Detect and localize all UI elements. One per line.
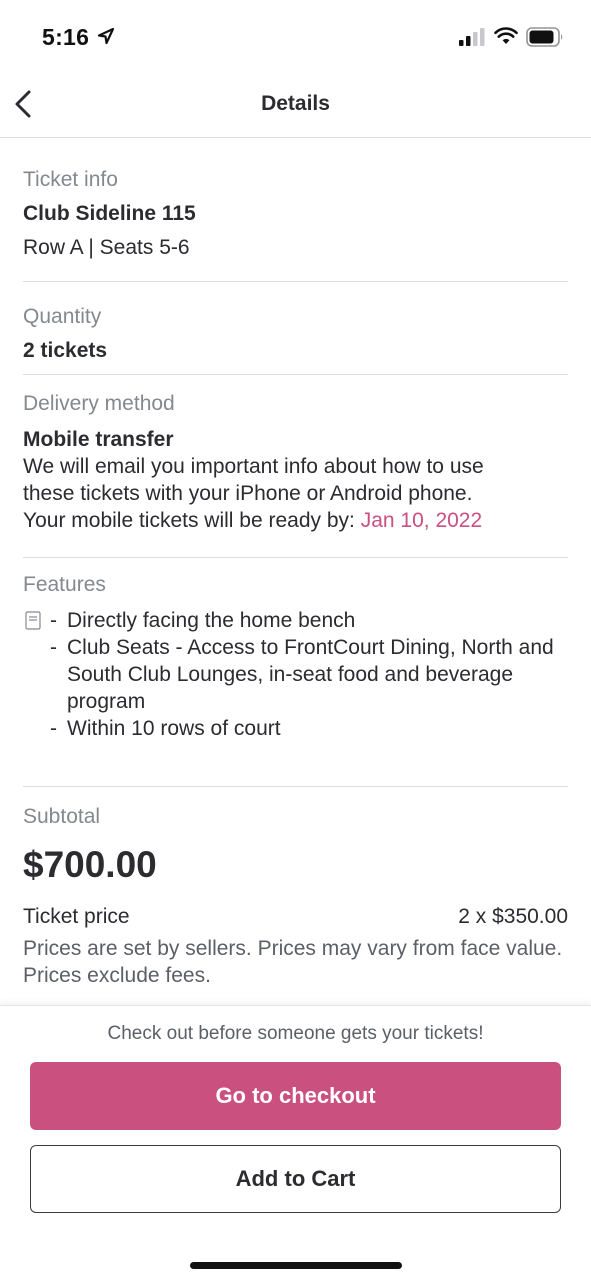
features-label: Features <box>23 573 106 596</box>
price-disclaimer: Prices are set by sellers. Prices may va… <box>23 937 563 987</box>
feature-item: - Directly facing the home bench <box>50 609 356 632</box>
ticket-section-name: Club Sideline 115 <box>23 202 196 225</box>
delivery-label: Delivery method <box>23 392 175 415</box>
delivery-ready-line: Your mobile tickets will be ready by: Ja… <box>23 507 568 534</box>
features-section: Features - Directly facing the home bench… <box>23 558 568 787</box>
delivery-method: Mobile transfer <box>23 428 174 451</box>
cellular-signal-icon <box>459 28 485 46</box>
quantity-section: Quantity 2 tickets <box>23 282 568 375</box>
quantity-value: 2 tickets <box>23 339 108 362</box>
feature-item: - Club Seats - Access to FrontCourt Dinin… <box>50 636 554 713</box>
checkout-bar: Check out before someone gets your ticke… <box>0 1005 591 1279</box>
ticket-price-value: 2 x $350.00 <box>458 905 568 928</box>
delivery-ready-date: Jan 10, 2022 <box>360 509 483 532</box>
delivery-text-line1: We will email you important info about h… <box>23 455 484 478</box>
go-to-checkout-button[interactable]: Go to checkout <box>30 1062 561 1130</box>
wifi-icon <box>494 27 518 44</box>
nav-header: Details <box>0 70 591 138</box>
feature-item: - Within 10 rows of court <box>50 717 281 740</box>
features-body: - Directly facing the home bench - Club Se… <box>23 607 568 742</box>
ticket-info-section: Ticket info Club Sideline 115 Row A | Se… <box>23 138 568 282</box>
delivery-section: Delivery method Mobile transfer We will … <box>23 375 568 558</box>
details-content: Ticket info Club Sideline 115 Row A | Se… <box>23 138 568 989</box>
location-arrow-icon <box>97 27 115 45</box>
urgency-message: Check out before someone gets your ticke… <box>107 1023 484 1044</box>
add-to-cart-button[interactable]: Add to Cart <box>30 1145 561 1213</box>
subtotal-label: Subtotal <box>23 805 101 828</box>
document-icon <box>25 611 41 630</box>
delivery-ready-prefix: Your mobile tickets will be ready by: <box>23 509 361 532</box>
features-list: - Directly facing the home bench - Club Se… <box>23 607 568 742</box>
ticket-price-label: Ticket price <box>23 905 130 928</box>
ticket-price-row: Ticket price 2 x $350.00 <box>23 903 568 930</box>
status-bar: 5:16 <box>0 0 591 70</box>
page-title: Details <box>261 92 330 115</box>
status-time: 5:16 <box>42 24 90 50</box>
ticket-info-label: Ticket info <box>23 168 118 191</box>
ticket-row-seats: Row A | Seats 5-6 <box>23 236 190 259</box>
battery-icon <box>526 27 563 47</box>
subtotal-section: Subtotal $700.00 Ticket price 2 x $350.0… <box>23 787 568 989</box>
subtotal-amount: $700.00 <box>23 844 157 885</box>
home-indicator <box>190 1262 402 1269</box>
quantity-label: Quantity <box>23 305 102 328</box>
delivery-text-line2: these tickets with your iPhone or Androi… <box>23 482 473 505</box>
